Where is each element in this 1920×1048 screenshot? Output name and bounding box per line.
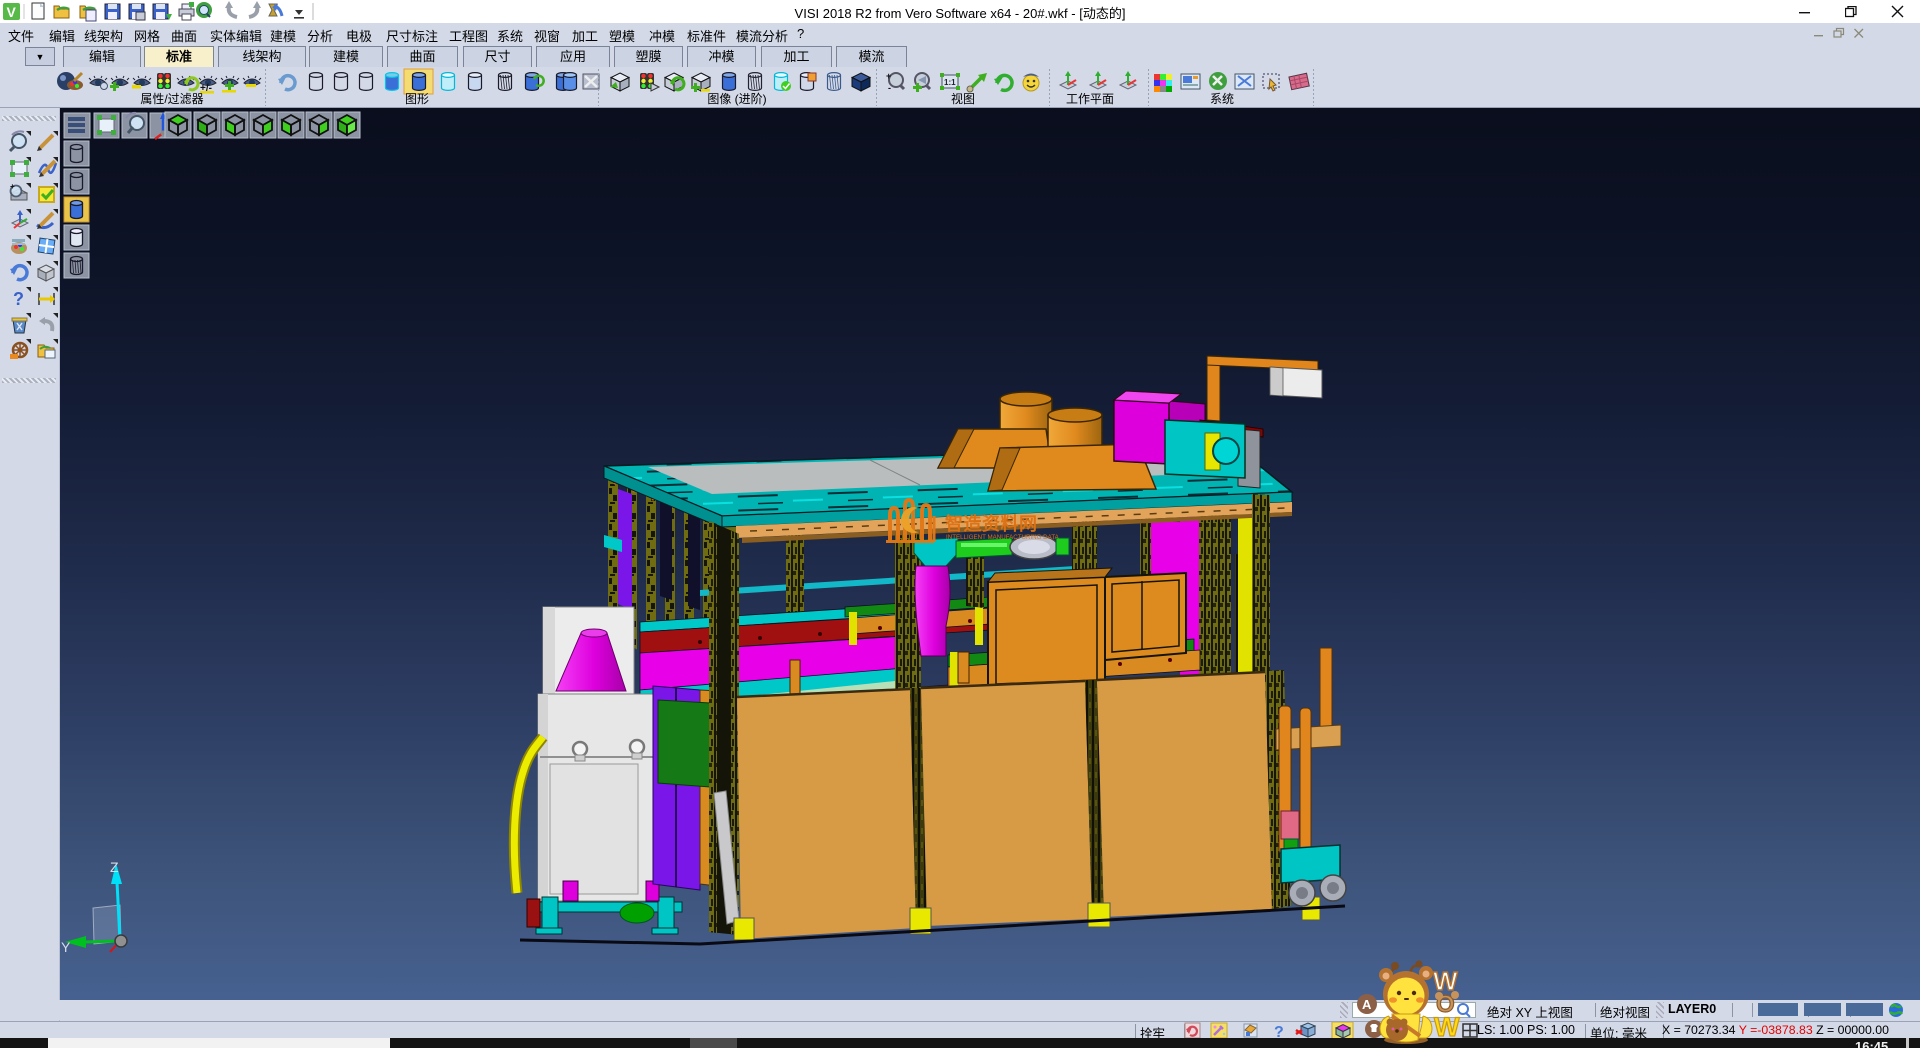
svg-text:Z: Z <box>110 859 119 875</box>
svg-text:W: W <box>1434 1012 1460 1042</box>
svg-text:INTELLIGENT MANUFACTURING DATA: INTELLIGENT MANUFACTURING DATA <box>946 534 1060 541</box>
svg-text:A: A <box>1362 997 1372 1012</box>
svg-text:?: ? <box>1274 1024 1284 1039</box>
svg-text:?: ? <box>13 289 24 309</box>
svg-text:智造资料网: 智造资料网 <box>945 513 1038 534</box>
svg-text:Y: Y <box>61 939 71 955</box>
svg-text:+: + <box>10 182 15 191</box>
